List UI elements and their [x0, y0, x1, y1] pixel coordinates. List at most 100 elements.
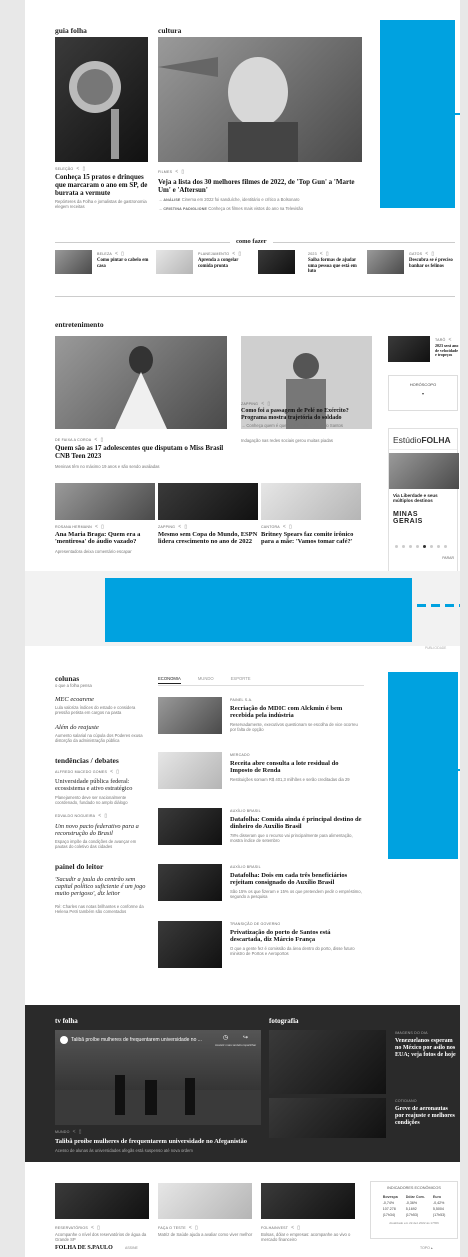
section-title-cultura[interactable]: cultura — [158, 26, 181, 35]
bottom-image-2[interactable] — [158, 1183, 252, 1219]
economia-headline-5[interactable]: Privatização do porto de Santos está des… — [230, 929, 362, 944]
share-icon[interactable]: < — [291, 1225, 294, 1231]
share-icon[interactable]: < — [110, 769, 113, 775]
editorial-1-title[interactable]: MEC ecoarene — [55, 696, 94, 703]
entretenimento-side-headline[interactable]: 2023 será ano de velocidade e tropeços — [435, 343, 460, 358]
como-fazer-image-3[interactable] — [258, 250, 295, 274]
bookmark-icon[interactable]: ▯ — [104, 813, 107, 819]
carousel-pause[interactable]: Parar — [442, 556, 454, 560]
share-icon[interactable]: < — [95, 524, 98, 530]
entretenimento-row-headline-1[interactable]: Ana Maria Braga: Quem era a 'mentirosa' … — [55, 531, 155, 546]
como-fazer-headline-4[interactable]: Descubra se é preciso banhar os felinos — [409, 258, 459, 269]
section-title-entretenimento[interactable]: entretenimento — [55, 320, 104, 329]
painel-title[interactable]: 'Sacudir a jaula do centrão sem capital … — [55, 876, 151, 898]
cultura-related-1[interactable]: → Análise Cinema em 2022 foi sanduíche, … — [158, 197, 368, 202]
share-icon[interactable]: < — [320, 251, 323, 257]
foto-headline-1[interactable]: Venezuelanos esperam no México por asilo… — [395, 1038, 457, 1059]
chevron-down-icon[interactable]: ▾ — [389, 391, 457, 396]
guia-headline[interactable]: Conheça 15 pratos e drinques que marcara… — [55, 173, 151, 197]
share-icon[interactable]: < — [94, 437, 97, 443]
bookmark-icon[interactable]: ▯ — [121, 251, 124, 257]
share-icon[interactable]: < — [189, 1225, 192, 1231]
share-icon[interactable]: < — [115, 251, 118, 257]
foto-headline-2[interactable]: Greve de aeronautas por reajuste e melho… — [395, 1106, 457, 1136]
video-title[interactable]: Talibã proíbe mulheres de frequentarem u… — [71, 1037, 221, 1043]
guia-image[interactable] — [55, 37, 148, 162]
como-fazer-image-1[interactable] — [55, 250, 92, 274]
economia-image-3[interactable] — [158, 808, 222, 845]
carousel-dots[interactable] — [395, 544, 451, 550]
share-icon[interactable]: < — [98, 813, 101, 819]
section-title-painel[interactable]: painel do leitor — [55, 862, 103, 871]
como-fazer-headline-3[interactable]: Saiba formas de ajudar uma pessoa que es… — [308, 258, 360, 275]
entretenimento-mid-related[interactable]: → Conheça quem é quem na família do dez … — [241, 423, 376, 428]
editorial-2-title[interactable]: Além do reajuste — [55, 724, 99, 731]
section-title-como-fazer[interactable]: como fazer — [230, 238, 273, 245]
debate-1-title[interactable]: Universidade pública federal: ecossistem… — [55, 778, 151, 792]
bottom-image-1[interactable] — [55, 1183, 149, 1219]
tab-esporte[interactable]: Esporte — [231, 676, 251, 684]
footer-top-link[interactable]: Topo ▴ — [420, 1246, 433, 1250]
entretenimento-row-image-3[interactable] — [261, 483, 361, 520]
como-fazer-image-2[interactable] — [156, 250, 193, 274]
debate-2-title[interactable]: Um novo pacto federativo para a reconstr… — [55, 823, 151, 837]
share-icon[interactable]: < — [91, 1225, 94, 1231]
economia-image-1[interactable] — [158, 697, 222, 734]
section-title-fotografia[interactable]: fotografia — [269, 1017, 299, 1025]
bookmark-icon[interactable]: ▯ — [116, 769, 119, 775]
horoscopo-widget[interactable]: Horóscopo ▾ — [388, 375, 458, 411]
section-title-colunas[interactable]: colunas — [55, 674, 79, 683]
ad-banner-middle[interactable] — [105, 578, 412, 642]
bookmark-icon[interactable]: ▯ — [195, 1225, 198, 1231]
bookmark-icon[interactable]: ▯ — [267, 401, 270, 407]
entretenimento-row-image-2[interactable] — [158, 483, 258, 520]
ad-banner-top[interactable] — [380, 20, 455, 208]
clock-icon[interactable]: ◷ — [223, 1034, 228, 1041]
cultura-image[interactable] — [158, 37, 362, 162]
como-fazer-headline-2[interactable]: Aprenda a congelar comida pronta — [198, 258, 252, 269]
economia-headline-2[interactable]: Receita abre consulta a lote residual do… — [230, 760, 362, 775]
share-icon[interactable]: < — [261, 401, 264, 407]
section-title-tv[interactable]: tv folha — [55, 1017, 78, 1025]
bookmark-icon[interactable]: ▯ — [297, 1225, 300, 1231]
estudio-folha-ad[interactable]: EstúdioFOLHA Via Liberdade e seus múltip… — [388, 428, 459, 578]
economia-image-5[interactable] — [158, 921, 222, 968]
ad-banner-side[interactable] — [388, 672, 458, 859]
bookmark-icon[interactable]: ▯ — [100, 437, 103, 443]
entretenimento-mid-headline[interactable]: Como foi a passagem de Pelé no Exército?… — [241, 408, 376, 422]
tv-headline[interactable]: Talibã proíbe mulheres de frequentarem u… — [55, 1138, 275, 1145]
entretenimento-side-image[interactable] — [388, 336, 430, 362]
share-icon[interactable]: < — [73, 1129, 76, 1135]
economia-image-4[interactable] — [158, 864, 222, 901]
share-icon[interactable]: < — [232, 251, 235, 257]
footer-assine-link[interactable]: Assine — [125, 1246, 138, 1250]
economia-image-2[interactable] — [158, 752, 222, 789]
section-title-debates[interactable]: tendências / debates — [55, 756, 119, 765]
foto-image-2[interactable] — [269, 1098, 386, 1138]
bookmark-icon[interactable]: ▯ — [181, 169, 184, 175]
entretenimento-row-headline-3[interactable]: Britney Spears faz comite irônico para a… — [261, 531, 363, 546]
entretenimento-main-image[interactable] — [55, 336, 227, 429]
share-icon[interactable]: < — [283, 524, 286, 530]
bookmark-icon[interactable]: ▯ — [326, 251, 329, 257]
como-fazer-image-4[interactable] — [367, 250, 404, 274]
footer-brand[interactable]: FOLHA DE S.PAULO — [55, 1245, 113, 1251]
bookmark-icon[interactable]: ▯ — [101, 524, 104, 530]
share-icon[interactable]: < — [76, 166, 79, 172]
entretenimento-main-headline[interactable]: Quem são as 17 adolescentes que disputam… — [55, 444, 230, 460]
share-icon[interactable]: < — [175, 169, 178, 175]
section-title-guia[interactable]: guia folha — [55, 26, 87, 35]
economia-headline-1[interactable]: Recriação do MDIC com Alckmin é bem rece… — [230, 705, 362, 720]
bookmark-icon[interactable]: ▯ — [97, 1225, 100, 1231]
bottom-image-3[interactable] — [261, 1183, 355, 1219]
tab-economia[interactable]: Economia — [158, 676, 181, 684]
bookmark-icon[interactable]: ▯ — [184, 524, 187, 530]
share-icon[interactable]: < — [178, 524, 181, 530]
foto-image-1[interactable] — [269, 1030, 386, 1094]
bookmark-icon[interactable]: ▯ — [79, 1129, 82, 1135]
economia-headline-3[interactable]: Datafolha: Comida ainda é principal dest… — [230, 816, 362, 831]
economia-headline-4[interactable]: Datafolha: Dois em cada três beneficiári… — [230, 872, 362, 887]
bookmark-icon[interactable]: ▯ — [83, 166, 86, 172]
share-icon[interactable]: ↪ — [243, 1034, 248, 1041]
cultura-related-2[interactable]: → Cristina Padiglione Conheça os filmes … — [158, 206, 368, 211]
